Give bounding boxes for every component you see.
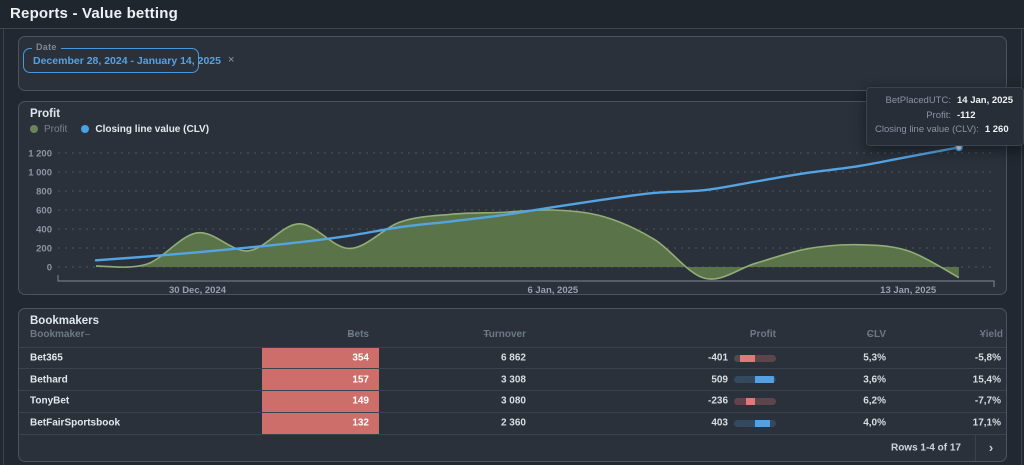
clv-value: 4,0% [863,417,886,429]
chart-title: Profit [30,108,61,120]
rows-count-label: Rows 1-4 of 17 [890,442,961,454]
turnover-value: 3 308 [500,374,526,386]
bookmaker-name: BetFairSportsbook [30,417,121,429]
y-axis-tick-label: 200 [36,244,52,255]
x-axis-tick-label: 30 Dec, 2024 [169,285,227,296]
profit-value: -401 [707,352,728,364]
y-axis-tick-label: 1 000 [28,168,52,179]
bets-heat-cell: 157 [262,369,379,390]
tooltip-label: Closing line value (CLV): [875,124,979,135]
clv-value: 6,2% [863,395,886,407]
app-header: Reports - Value betting [0,0,1024,29]
bets-heat-cell: 354 [262,347,379,369]
profit-bar-fill [755,419,770,427]
date-range-value: December 28, 2024 - January 14, 2025 [33,54,221,67]
table-header-row: Bookmaker – – Bets – Turnover – Profit – CLV… [19,329,1006,346]
tooltip-value: -112 [957,109,976,121]
x-axis-tick-label: 13 Jan, 2025 [880,285,937,296]
profit-bar-fill [755,376,774,384]
column-header-yield[interactable]: – Yield [903,329,1003,340]
bookmaker-name: Bet365 [30,352,63,364]
y-axis-tick-label: 600 [36,206,52,217]
y-axis-tick-label: 400 [36,225,52,236]
y-axis-tick-label: 0 [47,263,52,274]
profit-area-series [96,209,959,280]
chart-legend: Profit Closing line value (CLV) [30,122,209,136]
tooltip-value: 1 260 [984,124,1009,135]
bets-value: 149 [352,395,369,407]
clv-value: 5,3% [863,352,886,364]
bookmaker-name: TonyBet [30,395,70,407]
column-header-bets[interactable]: – Bets [269,329,369,340]
tooltip-row: BetPlacedUTC: 14 Jan, 2025 [875,94,1013,109]
table-row-bet365[interactable]: Bet365 354 6 862 -401 5,3% -5,8% [19,346,1006,369]
turnover-value: 3 080 [500,395,526,407]
profit-bar [734,419,776,427]
y-axis-tick-label: 800 [36,187,52,198]
chart-tooltip: BetPlacedUTC: 14 Jan, 2025 Profit: -112 Clos… [866,87,1024,146]
profit-bar [734,376,776,384]
tooltip-label: BetPlacedUTC: [885,95,951,106]
bets-value: 354 [352,352,369,364]
page-title: Reports - Value betting [10,5,178,22]
turnover-value: 2 360 [500,417,526,429]
table-row-bethard[interactable]: Bethard 157 3 308 509 3,6% 15,4% [19,368,1006,390]
tooltip-row: Closing line value (CLV): 1 260 [875,123,1013,138]
yield-value: -7,7% [974,395,1001,407]
bets-heat-cell: 132 [262,412,379,434]
table-row-betfairsportsbook[interactable]: BetFairSportsbook 132 2 360 403 4,0% 17,1% [19,411,1006,434]
profit-value: 403 [711,417,728,429]
date-input-label: Date [32,42,61,52]
legend-label: Closing line value (CLV) [95,123,210,135]
yield-value: -5,8% [974,352,1001,364]
table-title: Bookmakers [30,315,100,327]
bookmaker-name: Bethard [30,374,68,386]
profit-bar-fill [740,354,755,362]
bookmakers-panel: Bookmakers Bookmaker – – Bets – Turnover – … [18,308,1007,462]
turnover-value: 6 862 [500,352,526,364]
bets-value: 157 [352,374,369,386]
clear-date-icon[interactable]: × [228,55,234,66]
legend-item-clv[interactable]: Closing line value (CLV) [81,124,209,135]
profit-value: -236 [707,395,728,407]
yield-value: 17,1% [972,417,1001,429]
profit-bar [734,398,776,405]
legend-item-profit[interactable]: Profit [30,124,67,135]
profit-bar-fill [746,398,755,405]
column-header-profit[interactable]: – Profit [676,329,776,340]
yield-value: 15,4% [972,374,1001,386]
bets-heat-cell: 149 [262,391,379,412]
date-range-input[interactable]: Date December 28, 2024 - January 14, 202… [23,42,234,73]
x-axis-tick-label: 6 Jan, 2025 [527,285,578,296]
legend-dot-icon [81,125,90,133]
date-filter-panel: Date December 28, 2024 - January 14, 202… [18,36,1007,91]
legend-dot-icon [30,125,38,133]
column-header-clv[interactable]: – CLV [786,329,886,340]
table-row-tonybet[interactable]: TonyBet 149 3 080 -236 6,2% -7,7% [19,390,1006,412]
tooltip-label: Profit: [926,109,951,121]
column-header-turnover[interactable]: – Turnover [426,329,526,340]
clv-value: 3,6% [863,374,886,386]
table-body: Bet365 354 6 862 -401 5,3% -5,8% Bethard 157 3 3… [19,346,1006,434]
chevron-right-icon: › [988,440,994,456]
profit-chart-panel: Profit Profit Closing line value (CLV) 0 2… [18,101,1007,296]
profit-value: 509 [711,374,728,386]
legend-label: Profit [44,123,68,135]
profit-bar [734,354,776,362]
bets-value: 132 [352,417,369,429]
table-footer: Rows 1-4 of 17 › [19,433,1006,461]
y-axis-tick-label: 1 200 [28,149,52,160]
tooltip-row: Profit: -112 [875,109,1013,124]
next-page-button[interactable]: › [975,434,1006,461]
tooltip-value: 14 Jan, 2025 [957,95,1013,106]
column-header-bookmaker[interactable]: Bookmaker – [30,329,90,340]
profit-clv-chart[interactable]: 0 200 400 600 800 1 000 1 200 30 Dec, 2024 6 Jan… [19,140,1006,296]
